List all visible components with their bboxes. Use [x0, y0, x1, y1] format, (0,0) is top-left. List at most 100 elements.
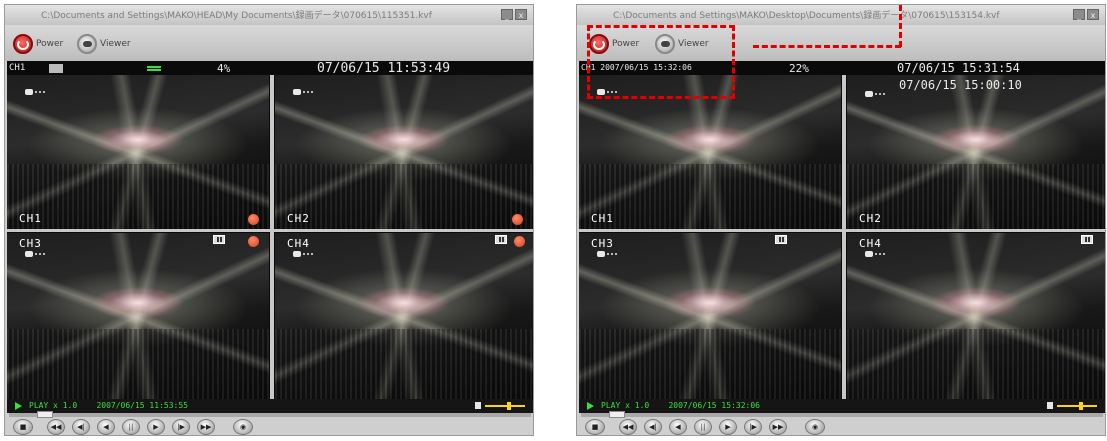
header-channel: CH1: [9, 63, 26, 73]
status-text: PLAY x 1.0 2007/06/15 15:32:06: [601, 401, 760, 410]
close-button[interactable]: x: [515, 9, 527, 20]
status-bar: PLAY x 1.0 2007/06/15 15:32:06: [579, 399, 1105, 413]
camera-view-ch2[interactable]: CH2: [847, 75, 1105, 229]
camera-view-ch3[interactable]: CH3: [7, 233, 269, 399]
video-grid: CH1 4% 07/06/15 11:53:49 CH1 CH2 CH3 CH4: [7, 61, 533, 399]
prev-frame-button[interactable]: ◀|: [72, 419, 90, 435]
annotation-highlight-box: [587, 25, 735, 99]
volume-thumb[interactable]: [506, 402, 511, 410]
camera-icon: [865, 251, 885, 257]
camera-view-ch4[interactable]: CH4: [275, 233, 533, 399]
fast-forward-button[interactable]: ▶▶: [197, 419, 215, 435]
status-mode: PLAY: [601, 401, 621, 410]
camera-icon: [293, 89, 313, 95]
close-button[interactable]: x: [1087, 9, 1099, 20]
status-datetime: 2007/06/15 15:32:06: [668, 401, 760, 410]
next-frame-icon: |▶: [177, 423, 185, 431]
channel-label: CH2: [859, 212, 882, 225]
viewer-icon: [77, 34, 97, 54]
status-mode: PLAY: [29, 401, 49, 410]
record-indicator-icon: [514, 236, 525, 247]
player-window-left: C:\Documents and Settings\MAKO\HEAD\My D…: [4, 4, 534, 436]
player-window-right: C:\Documents and Settings\MAKO\Desktop\D…: [576, 4, 1106, 436]
play-back-button[interactable]: ◀: [97, 419, 115, 435]
stop-button[interactable]: ■: [585, 419, 605, 435]
camera-icon: [865, 91, 885, 97]
play-icon: ▶: [725, 423, 731, 431]
pause-icon: [495, 235, 507, 244]
channel-label: CH3: [19, 237, 42, 250]
header-percent: 22%: [789, 62, 809, 75]
next-frame-button[interactable]: |▶: [744, 419, 762, 435]
channel-label: CH3: [591, 237, 614, 250]
speaker-icon: [1047, 402, 1053, 409]
stop-icon: ■: [591, 423, 599, 431]
channel-label: CH1: [19, 212, 42, 225]
viewer-label: Viewer: [100, 39, 131, 49]
title-bar: C:\Documents and Settings\MAKO\Desktop\D…: [577, 5, 1105, 25]
seek-thumb[interactable]: [37, 411, 53, 418]
volume-slider[interactable]: [485, 402, 525, 410]
pause-icon: ||: [700, 423, 706, 431]
stop-button[interactable]: ■: [13, 419, 33, 435]
camera-icon: [597, 251, 617, 257]
viewer-button[interactable]: Viewer: [77, 33, 131, 55]
seek-bar[interactable]: [581, 411, 1103, 418]
next-frame-button[interactable]: |▶: [172, 419, 190, 435]
camera-view-ch4[interactable]: CH4: [847, 233, 1105, 399]
volume-slider[interactable]: [1057, 402, 1097, 410]
status-speed: x 1.0: [625, 401, 650, 410]
channel-label: CH1: [591, 212, 614, 225]
rewind-icon: ◀◀: [622, 423, 634, 431]
header-datetime-2: 07/06/15 15:00:10: [899, 78, 1022, 92]
seek-bar[interactable]: [9, 411, 531, 418]
status-speed: x 1.0: [53, 401, 78, 410]
seek-thumb[interactable]: [609, 411, 625, 418]
camera-icon: [25, 89, 45, 95]
rewind-icon: ◀◀: [50, 423, 62, 431]
prev-frame-icon: ◀|: [649, 423, 657, 431]
pause-icon: [213, 235, 225, 244]
grid-divider-vertical: [270, 75, 274, 399]
play-button[interactable]: ▶: [719, 419, 737, 435]
minimize-button[interactable]: _: [1073, 9, 1085, 20]
channel-label: CH4: [287, 237, 310, 250]
grid-divider-horizontal: [7, 229, 533, 232]
pause-button[interactable]: ||: [122, 419, 140, 435]
fast-forward-icon: ▶▶: [772, 423, 784, 431]
toolbar: Power Viewer: [5, 25, 533, 61]
window-title: C:\Documents and Settings\MAKO\Desktop\D…: [613, 11, 1000, 21]
play-status-icon: [15, 402, 22, 410]
snapshot-button[interactable]: ◉: [805, 419, 825, 435]
play-button[interactable]: ▶: [147, 419, 165, 435]
volume-thumb[interactable]: [1078, 402, 1083, 410]
play-back-icon: ◀: [103, 423, 109, 431]
header-percent: 4%: [217, 62, 231, 75]
stop-icon: ■: [19, 423, 27, 431]
next-frame-icon: |▶: [749, 423, 757, 431]
status-bar: PLAY x 1.0 2007/06/15 11:53:55: [7, 399, 533, 413]
fast-forward-button[interactable]: ▶▶: [769, 419, 787, 435]
snapshot-button[interactable]: ◉: [233, 419, 253, 435]
header-datetime: 07/06/15 11:53:49: [317, 61, 451, 76]
status-datetime: 2007/06/15 11:53:55: [96, 401, 188, 410]
pause-icon: [775, 235, 787, 244]
pause-icon: ||: [128, 423, 134, 431]
playback-controls: ■ ◀◀ ◀| ◀ || ▶ |▶ ▶▶ ◉: [5, 419, 533, 437]
minimize-button[interactable]: _: [501, 9, 513, 20]
pause-button[interactable]: ||: [694, 419, 712, 435]
camera-view-ch2[interactable]: CH2: [275, 75, 533, 229]
window-title: C:\Documents and Settings\MAKO\HEAD\My D…: [41, 11, 432, 21]
camera-view-ch3[interactable]: CH3: [579, 233, 841, 399]
prev-frame-button[interactable]: ◀|: [644, 419, 662, 435]
power-icon: [13, 34, 33, 54]
camera-view-ch1[interactable]: CH1: [7, 75, 269, 229]
channel-label: CH4: [859, 237, 882, 250]
speaker-icon: [475, 402, 481, 409]
play-back-button[interactable]: ◀: [669, 419, 687, 435]
rewind-button[interactable]: ◀◀: [619, 419, 637, 435]
prev-frame-icon: ◀|: [77, 423, 85, 431]
annotation-dashed-line: [753, 45, 901, 48]
rewind-button[interactable]: ◀◀: [47, 419, 65, 435]
power-button[interactable]: Power: [13, 33, 63, 55]
